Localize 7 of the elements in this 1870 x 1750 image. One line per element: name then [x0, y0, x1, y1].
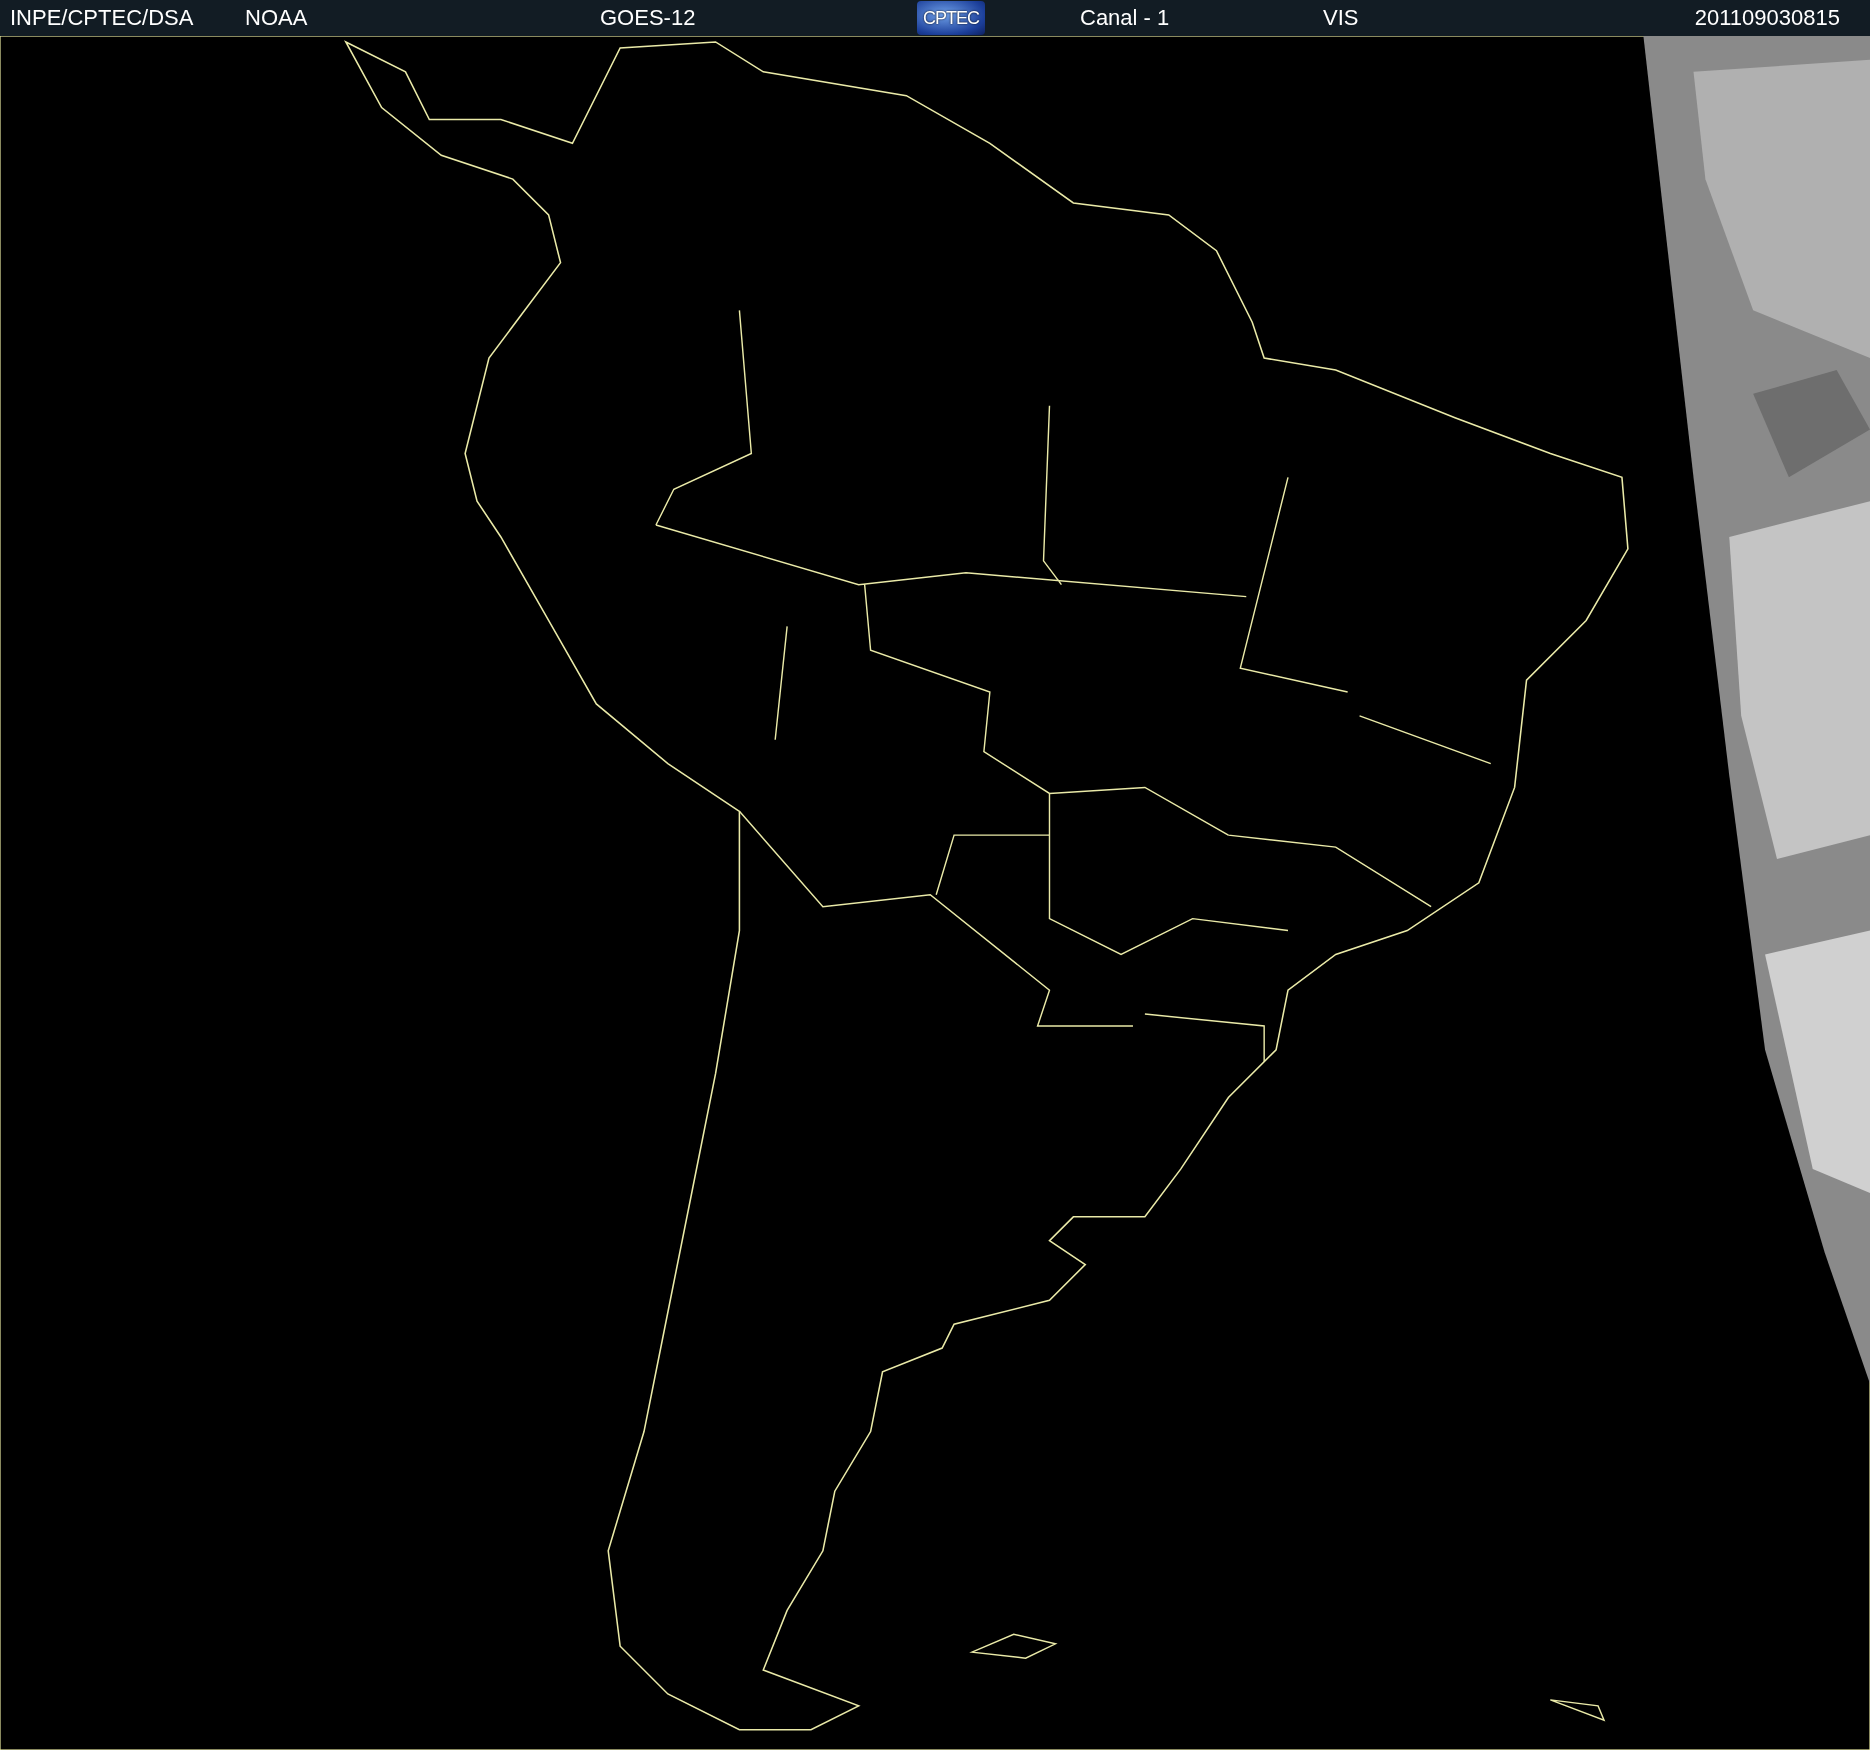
source-label: INPE/CPTEC/DSA: [10, 5, 195, 31]
logo-badge: CPTEC: [917, 1, 985, 35]
timestamp-label: 201109030815: [1694, 5, 1840, 31]
band-label: VIS: [1323, 5, 1359, 31]
channel-label: Canal - 1: [1080, 5, 1171, 31]
agency-label: NOAA: [245, 5, 309, 31]
satellite-label: GOES-12: [600, 5, 697, 31]
